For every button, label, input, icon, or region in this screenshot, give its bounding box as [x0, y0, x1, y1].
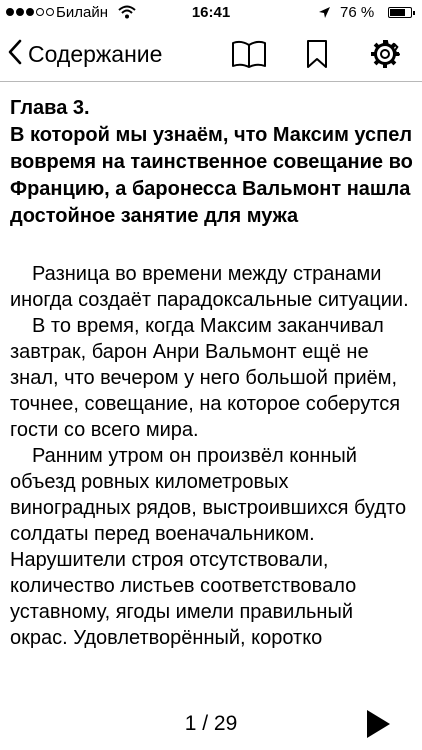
paragraph: В то время, когда Максим заканчивал завт…	[10, 315, 401, 441]
book-icon[interactable]	[231, 39, 267, 74]
play-triangle-icon	[367, 710, 390, 738]
chevron-left-icon	[8, 39, 22, 70]
paragraph: Ранним утром он произвёл конный объезд р…	[10, 445, 407, 649]
status-bar: Билайн 16:41 76 %	[0, 0, 422, 26]
back-button[interactable]: Содержание	[8, 38, 162, 70]
battery-fill	[390, 9, 405, 16]
battery-icon	[388, 7, 415, 18]
next-page-button[interactable]	[365, 709, 391, 744]
battery-percent: 76 %	[340, 4, 375, 21]
paragraph: Разница во времени между странами иногда…	[10, 263, 409, 311]
chapter-heading: В которой мы узнаём, что Максим успел во…	[10, 124, 413, 227]
page-indicator: 1 / 29	[184, 712, 238, 735]
reader-content: Глава 3. В которой мы узнаём, что Максим…	[10, 95, 414, 651]
chapter-title: Глава 3. В которой мы узнаём, что Максим…	[10, 95, 414, 230]
back-button-label: Содержание	[28, 40, 163, 67]
nav-bar: Содержание	[0, 26, 422, 82]
bookmark-icon[interactable]	[306, 39, 328, 74]
gear-icon[interactable]	[370, 39, 401, 74]
chapter-number: Глава 3.	[10, 97, 90, 119]
battery-nub	[413, 11, 415, 15]
location-arrow-icon	[318, 6, 331, 23]
